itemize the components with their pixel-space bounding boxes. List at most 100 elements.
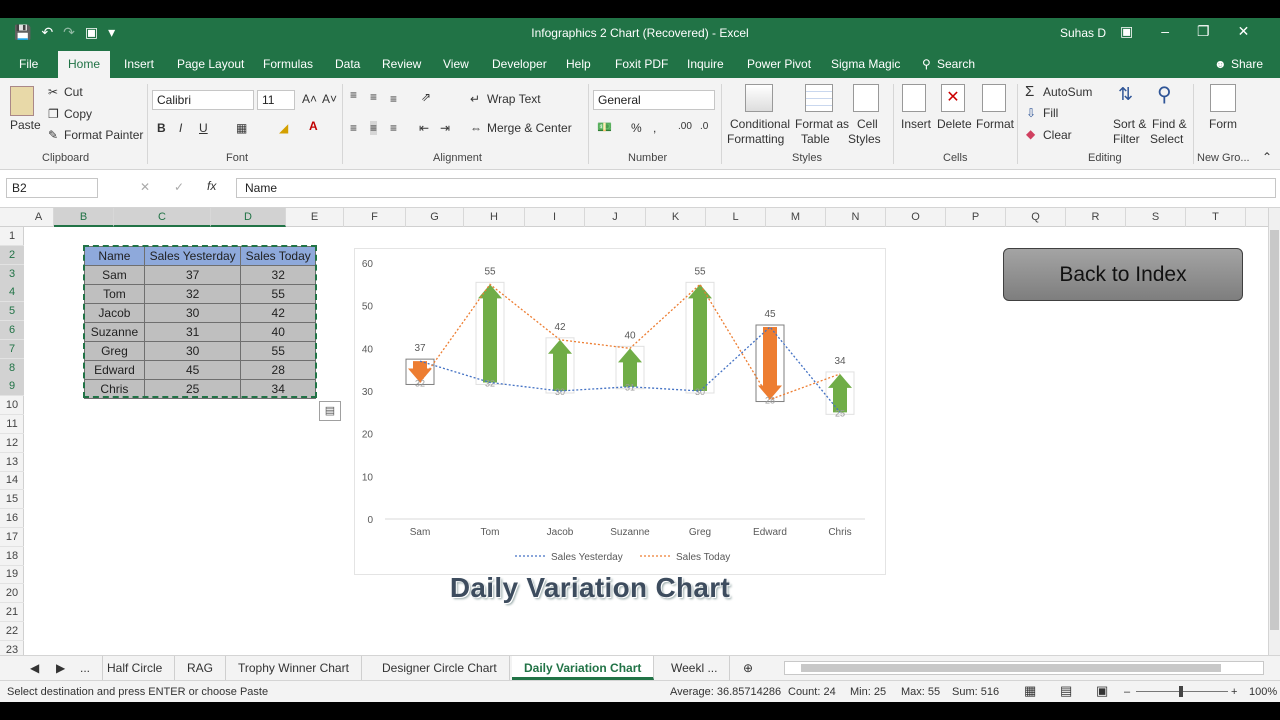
search-icon[interactable]: ⚲ <box>922 57 931 71</box>
close-icon[interactable]: ✕ <box>1238 23 1250 40</box>
table-cell[interactable]: 32 <box>240 265 316 285</box>
page-break-view-icon[interactable]: ▣ <box>1096 683 1108 699</box>
column-header[interactable]: H <box>464 208 525 227</box>
tab-search[interactable]: Search <box>937 57 975 71</box>
paste-options-icon[interactable]: ▤ <box>319 401 341 421</box>
conditional-formatting-button[interactable]: Conditional <box>730 117 790 131</box>
tab-file[interactable]: File <box>19 57 38 71</box>
table-cell[interactable]: 45 <box>143 360 242 380</box>
name-box[interactable]: B2 <box>6 178 98 198</box>
sheet-tab-rag[interactable]: RAG <box>175 656 227 680</box>
tab-review[interactable]: Review <box>382 57 421 71</box>
confirm-entry-icon[interactable]: ✓ <box>174 180 184 194</box>
wrap-text-button[interactable]: Wrap Text <box>487 92 541 106</box>
row-header[interactable]: 3 <box>0 264 24 284</box>
align-bottom-icon[interactable]: ≡ <box>390 92 397 106</box>
sheet-tab-half-circle[interactable]: Half Circle <box>95 656 176 680</box>
format-painter-icon[interactable]: ✎ <box>48 128 58 142</box>
column-header[interactable]: B <box>54 208 114 227</box>
underline-button[interactable]: U <box>199 121 208 135</box>
table-cell[interactable]: Greg <box>84 341 145 361</box>
orientation-icon[interactable]: ⇗ <box>421 90 431 104</box>
tab-developer[interactable]: Developer <box>492 57 547 71</box>
column-header[interactable]: O <box>886 208 946 227</box>
tab-insert[interactable]: Insert <box>124 57 154 71</box>
row-header[interactable]: 13 <box>0 453 24 472</box>
horizontal-scrollbar-thumb[interactable] <box>801 664 1221 672</box>
column-header[interactable]: T <box>1186 208 1246 227</box>
row-header[interactable]: 10 <box>0 396 24 416</box>
column-header[interactable]: L <box>706 208 766 227</box>
column-header[interactable]: D <box>211 208 286 227</box>
column-header[interactable]: G <box>406 208 464 227</box>
row-header[interactable]: 20 <box>0 584 24 604</box>
format-as-table-button[interactable]: Format as <box>795 117 849 131</box>
add-sheet-icon[interactable]: ⊕ <box>731 656 765 680</box>
align-top-icon[interactable]: ≡ <box>350 88 357 102</box>
vertical-scrollbar[interactable] <box>1268 208 1280 655</box>
table-cell[interactable]: 31 <box>143 322 242 342</box>
format-as-table-icon[interactable] <box>805 84 833 112</box>
conditional-formatting-icon[interactable] <box>745 84 773 112</box>
font-name-select[interactable]: Calibri <box>152 90 254 110</box>
collapse-ribbon-icon[interactable]: ⌃ <box>1262 150 1272 164</box>
comma-icon[interactable]: , <box>653 121 656 135</box>
row-header[interactable]: 21 <box>0 603 24 622</box>
decrease-decimal-icon[interactable]: .0 <box>700 121 708 132</box>
delete-cells-button[interactable]: Delete <box>937 117 972 131</box>
daily-variation-chart[interactable]: 0 10 20 30 40 50 60 Sam Tom Jacob Suzanne Greg Edwar… <box>354 248 886 575</box>
ribbon-display-icon[interactable]: ▣ <box>1120 23 1133 40</box>
copy-icon[interactable]: ❐ <box>48 107 59 121</box>
increase-decimal-icon[interactable]: .00 <box>678 121 692 132</box>
row-header[interactable]: 8 <box>0 358 24 378</box>
cancel-entry-icon[interactable]: ✕ <box>140 180 150 194</box>
column-header[interactable]: E <box>286 208 344 227</box>
align-right-icon[interactable]: ≡ <box>390 121 397 135</box>
sort-filter-label2[interactable]: Filter <box>1113 132 1140 146</box>
sheet-tab-daily-variation[interactable]: Daily Variation Chart <box>512 656 655 680</box>
tab-data[interactable]: Data <box>335 57 360 71</box>
sort-filter-icon[interactable]: ⇅ <box>1118 84 1133 105</box>
font-size-select[interactable]: 11 <box>257 90 295 110</box>
row-header[interactable]: 19 <box>0 565 24 585</box>
zoom-slider-thumb[interactable] <box>1179 686 1183 697</box>
user-name[interactable]: Suhas D <box>1060 26 1106 40</box>
column-header[interactable]: M <box>766 208 826 227</box>
fill-color-icon[interactable]: ◢ <box>279 121 288 135</box>
zoom-level[interactable]: 100% <box>1249 686 1277 698</box>
zoom-in-icon[interactable]: + <box>1231 686 1237 698</box>
row-header[interactable]: 5 <box>0 302 24 322</box>
clear-icon[interactable]: ◆ <box>1026 127 1035 141</box>
row-header[interactable]: 14 <box>0 471 24 491</box>
worksheet-grid[interactable]: ABCDEFGHIJKLMNOPQRST 1 2 3 4 5 6 7 8 9 10 11 12 13 14… <box>0 208 1268 655</box>
column-header[interactable]: C <box>114 208 211 227</box>
sheet-tab-weekly[interactable]: Weekl ... <box>659 656 731 680</box>
table-cell[interactable]: 32 <box>143 284 242 304</box>
sales-data-table[interactable]: Name Sales Yesterday Sales Today Sam 37 32… <box>84 246 316 399</box>
restore-icon[interactable]: ❐ <box>1197 23 1210 40</box>
back-to-index-button[interactable]: Back to Index <box>1003 248 1243 301</box>
form-button[interactable]: Form <box>1209 117 1237 131</box>
header-cell[interactable]: Sales Today <box>240 246 316 266</box>
table-cell[interactable]: 42 <box>240 303 316 323</box>
find-select-label2[interactable]: Select <box>1150 132 1183 146</box>
table-cell[interactable]: Tom <box>84 284 145 304</box>
fill-icon[interactable]: ⇩ <box>1026 106 1036 120</box>
row-header[interactable]: 18 <box>0 547 24 566</box>
row-header[interactable]: 15 <box>0 490 24 510</box>
tab-view[interactable]: View <box>443 57 469 71</box>
borders-icon[interactable]: ▦ <box>236 121 247 135</box>
cut-button[interactable]: Cut <box>64 85 83 99</box>
tab-power-pivot[interactable]: Power Pivot <box>747 57 811 71</box>
clear-button[interactable]: Clear <box>1043 128 1072 142</box>
insert-function-icon[interactable]: fx <box>207 179 216 193</box>
table-cell[interactable]: Edward <box>84 360 145 380</box>
tab-home[interactable]: Home <box>58 51 111 79</box>
increase-font-icon[interactable]: A˄ <box>302 92 317 106</box>
row-header[interactable]: 4 <box>0 283 24 303</box>
format-cells-button[interactable]: Format <box>976 117 1014 131</box>
format-painter-button[interactable]: Format Painter <box>64 128 143 142</box>
row-header[interactable]: 16 <box>0 509 24 528</box>
sort-filter-button[interactable]: Sort & <box>1113 117 1146 131</box>
row-header[interactable]: 2 <box>0 245 24 265</box>
